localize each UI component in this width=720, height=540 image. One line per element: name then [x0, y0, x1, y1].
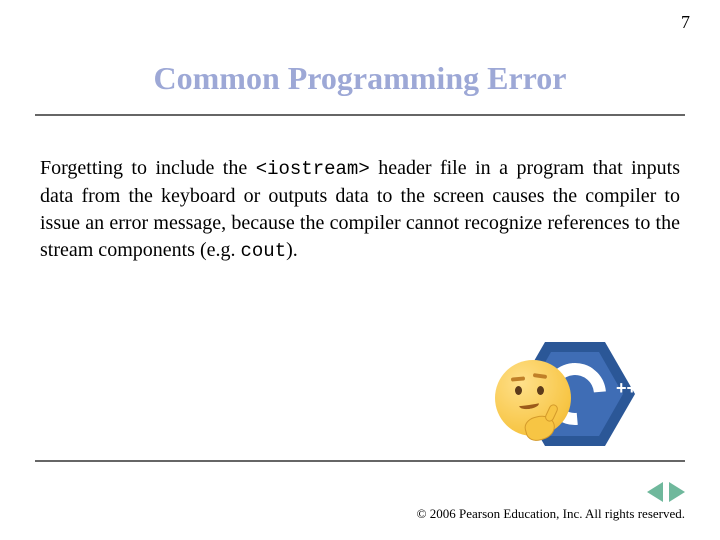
cpp-thinking-image: ++	[500, 330, 650, 460]
body-text-3: ).	[286, 239, 298, 261]
slide-title: Common Programming Error	[0, 60, 720, 97]
footer-underline	[35, 460, 685, 462]
mouth	[518, 399, 539, 411]
brow-right	[533, 373, 547, 379]
eye-left	[515, 386, 522, 395]
page-number: 7	[681, 12, 690, 33]
next-slide-button[interactable]	[669, 482, 685, 502]
finger	[544, 403, 560, 423]
thinking-face-emoji-icon	[495, 360, 571, 436]
nav-arrows	[647, 482, 685, 502]
plus-plus-text: ++	[616, 378, 637, 399]
title-underline	[35, 114, 685, 116]
body-text-1: Forgetting to include the	[40, 157, 256, 179]
code-iostream: <iostream>	[256, 158, 370, 180]
copyright-text: © 2006 Pearson Education, Inc. All right…	[417, 506, 685, 522]
body-paragraph: Forgetting to include the <iostream> hea…	[40, 155, 680, 264]
brow-left	[511, 376, 525, 381]
previous-slide-button[interactable]	[647, 482, 663, 502]
eye-right	[537, 386, 544, 395]
code-cout: cout	[241, 240, 287, 262]
